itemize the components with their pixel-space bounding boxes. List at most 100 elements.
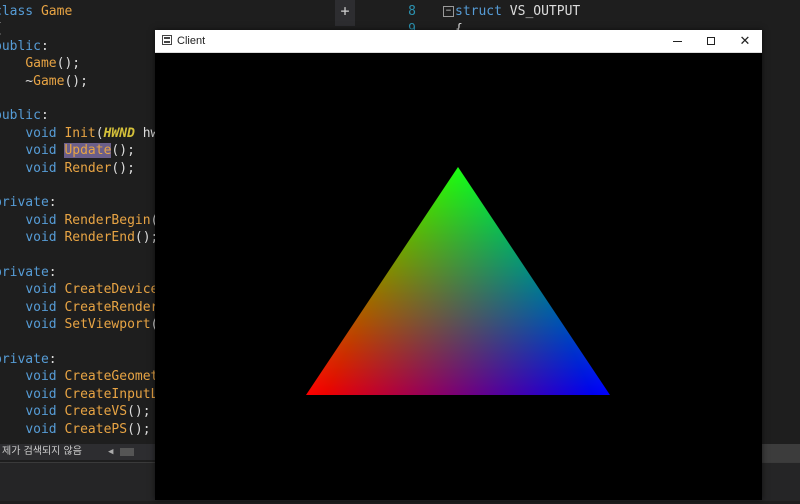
code-token: Game	[33, 73, 65, 89]
minimize-icon	[672, 40, 682, 42]
code-token: void	[25, 212, 65, 228]
code-token: void	[25, 421, 65, 437]
code-token: ();	[127, 404, 151, 420]
code-line: void RenderEnd();	[0, 229, 158, 246]
code-token: HWND	[103, 125, 135, 141]
title-bar[interactable]: Client ✕	[155, 30, 762, 53]
code-token: void	[25, 282, 65, 298]
code-line: void CreateGeometr	[0, 368, 166, 385]
code-token: RenderBegin	[64, 212, 151, 228]
code-token: private	[0, 265, 49, 280]
code-token: void	[25, 143, 65, 159]
code-token: struct	[455, 4, 510, 19]
code-line: void Init(HWND hwnd	[0, 125, 174, 142]
code-token: ();	[127, 421, 151, 437]
app-icon	[162, 35, 172, 45]
code-line: public:	[0, 38, 49, 55]
code-token: :	[48, 352, 57, 367]
code-token: CreatePS	[64, 421, 128, 437]
code-token: public	[0, 108, 41, 124]
code-token: {	[0, 21, 2, 36]
code-token: void	[25, 299, 65, 315]
fold-toggle-icon[interactable]: −	[443, 6, 454, 17]
status-strip: 제가 검색되지 않음 ◀	[0, 444, 155, 460]
code-line: ~Game();	[0, 73, 88, 90]
code-token: Render	[64, 160, 112, 176]
code-token: void	[25, 369, 65, 385]
code-line: void CreateInputLa	[0, 386, 166, 403]
render-viewport[interactable]	[155, 53, 762, 500]
code-token: VS_OUTPUT	[509, 4, 581, 19]
code-token: void	[25, 386, 65, 402]
code-line: private:	[0, 264, 57, 281]
maximize-button[interactable]	[694, 30, 728, 52]
code-line: private:	[0, 351, 57, 368]
code-token: private	[0, 352, 49, 367]
client-window[interactable]: Client ✕	[155, 30, 762, 500]
code-token: void	[25, 125, 65, 141]
code-token: public	[0, 38, 41, 54]
code-token: :	[40, 108, 49, 124]
minimize-button[interactable]	[660, 30, 694, 52]
code-line: void Update();	[0, 142, 135, 159]
code-text: struct VS_OUTPUT	[455, 3, 580, 20]
code-token: void	[25, 404, 65, 420]
code-token: Game	[25, 56, 57, 72]
code-line: public:	[0, 107, 49, 124]
code-token: Update	[64, 143, 112, 159]
code-token: ();	[111, 143, 135, 159]
code-token: :	[40, 38, 49, 54]
code-token: class	[0, 4, 34, 19]
scroll-left-icon[interactable]: ◀	[108, 445, 118, 459]
code-line: 8 − struct VS_OUTPUT	[358, 3, 798, 20]
code-line: void Render();	[0, 160, 135, 177]
code-token: CreateInputLa	[64, 386, 167, 402]
code-line: class Game	[0, 3, 72, 20]
code-line: Game();	[0, 55, 80, 72]
window-title: Client	[177, 35, 206, 47]
code-token: CreateVS	[64, 404, 128, 420]
code-line: void CreateDeviceA	[0, 281, 166, 298]
code-token: void	[25, 230, 65, 246]
code-token: void	[25, 317, 65, 333]
code-token: RenderEnd	[64, 230, 135, 246]
code-line: void SetViewport()	[0, 316, 166, 333]
add-icon[interactable]: +	[338, 3, 352, 19]
code-line: void RenderBegin()	[0, 212, 166, 229]
code-line: void CreateRenderT	[0, 299, 166, 316]
code-token: (	[95, 125, 104, 141]
code-line: void CreatePS();	[0, 421, 151, 438]
code-line: {	[0, 20, 2, 37]
close-button[interactable]: ✕	[728, 30, 762, 52]
code-token: Init	[64, 125, 96, 141]
maximize-icon	[707, 37, 715, 45]
code-token: ();	[111, 160, 135, 176]
render-canvas	[155, 53, 762, 500]
horizontal-scrollbar-thumb[interactable]	[120, 448, 134, 456]
code-line: void CreateVS();	[0, 403, 151, 420]
code-token: ~	[25, 73, 34, 89]
code-token: :	[48, 265, 57, 280]
code-token: :	[48, 195, 57, 211]
line-number: 8	[408, 4, 416, 19]
code-token: CreateGeometr	[64, 369, 167, 385]
close-icon: ✕	[739, 33, 751, 49]
code-token: ();	[64, 73, 88, 89]
code-token: CreateDeviceA	[64, 282, 167, 298]
code-line: private:	[0, 194, 57, 211]
code-token: void	[25, 160, 65, 176]
status-text: 제가 검색되지 않음	[2, 446, 82, 457]
code-token: ();	[56, 56, 81, 72]
